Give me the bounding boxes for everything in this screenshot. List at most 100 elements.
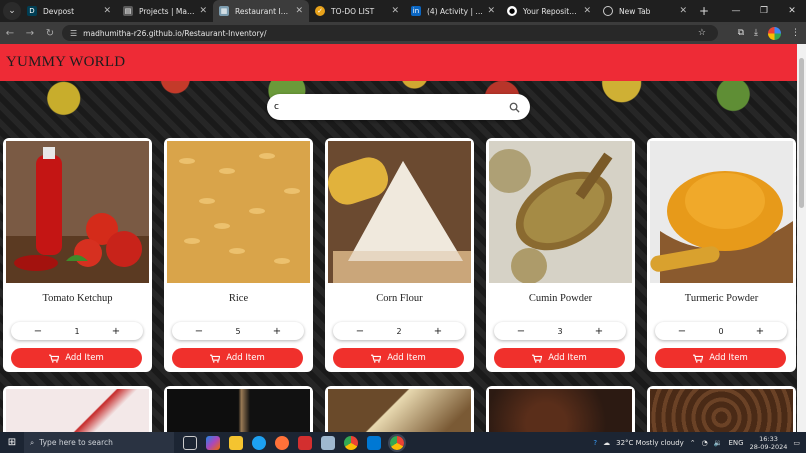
increment-button[interactable]: + bbox=[272, 326, 282, 337]
quantity-stepper: − 1 + bbox=[11, 322, 143, 340]
product-image bbox=[328, 389, 471, 432]
add-item-button[interactable]: Add Item bbox=[172, 348, 303, 368]
add-item-button[interactable]: Add Item bbox=[494, 348, 625, 368]
tab-github-repositories[interactable]: ● Your Repositories ✕ bbox=[501, 0, 597, 22]
profile-avatar[interactable] bbox=[768, 26, 781, 40]
notepad-icon[interactable] bbox=[321, 435, 335, 450]
clock-time: 16:33 bbox=[759, 434, 778, 443]
quantity-stepper: − 0 + bbox=[655, 322, 787, 340]
add-item-label: Add Item bbox=[226, 353, 265, 363]
weather-text[interactable]: 32°C Mostly cloudy bbox=[616, 439, 684, 447]
volume-icon[interactable]: 🔉 bbox=[714, 439, 723, 447]
help-icon[interactable]: ? bbox=[593, 439, 597, 447]
tab-new-tab[interactable]: New Tab ✕ bbox=[597, 0, 693, 22]
windows-start-icon[interactable]: ⊞ bbox=[0, 437, 24, 448]
windows-taskbar: ⊞ ⌕ Type here to search ? ☁ 32°C Mostly … bbox=[0, 432, 806, 453]
task-view-icon[interactable] bbox=[183, 435, 197, 450]
tab-devpost[interactable]: D Devpost ✕ bbox=[21, 0, 117, 22]
increment-button[interactable]: + bbox=[755, 326, 765, 337]
add-item-button[interactable]: Add Item bbox=[333, 348, 464, 368]
close-tab-icon[interactable]: ✕ bbox=[487, 6, 495, 16]
vscode-icon[interactable] bbox=[367, 435, 381, 450]
firefox-icon[interactable] bbox=[275, 435, 289, 450]
add-item-button[interactable]: Add Item bbox=[11, 348, 142, 368]
decrement-button[interactable]: − bbox=[516, 326, 526, 337]
quantity-stepper: − 5 + bbox=[172, 322, 304, 340]
new-tab-icon[interactable]: + bbox=[699, 4, 709, 18]
address-bar[interactable]: ☰ madhumitha-r26.github.io/Restaurant-In… bbox=[62, 25, 718, 41]
menu-kebab-icon[interactable]: ⋮ bbox=[791, 28, 800, 38]
site-info-icon[interactable]: ☰ bbox=[70, 29, 77, 38]
increment-button[interactable]: + bbox=[433, 326, 443, 337]
acrobat-icon[interactable] bbox=[298, 435, 312, 450]
browser-toolbar: ← → ↻ ☰ madhumitha-r26.github.io/Restaur… bbox=[0, 22, 806, 44]
close-tab-icon[interactable]: ✕ bbox=[391, 6, 399, 16]
cart-icon bbox=[532, 354, 543, 363]
decrement-button[interactable]: − bbox=[33, 326, 43, 337]
add-item-button[interactable]: Add Item bbox=[655, 348, 786, 368]
copilot-icon[interactable] bbox=[206, 435, 220, 450]
turmeric-powder-image bbox=[650, 141, 793, 283]
scrollbar-thumb[interactable] bbox=[799, 58, 804, 208]
quantity-value[interactable]: 0 bbox=[718, 327, 723, 336]
close-tab-icon[interactable]: ✕ bbox=[295, 6, 303, 16]
window-close-icon[interactable]: ✕ bbox=[778, 0, 806, 22]
cart-icon bbox=[210, 354, 221, 363]
product-name: Cumin Powder bbox=[528, 293, 593, 304]
close-tab-icon[interactable]: ✕ bbox=[679, 6, 687, 16]
file-explorer-icon[interactable] bbox=[229, 435, 243, 450]
tab-linkedin-activity[interactable]: in (4) Activity | Madhum ✕ bbox=[405, 0, 501, 22]
language-indicator[interactable]: ENG bbox=[729, 439, 744, 447]
reload-icon[interactable]: ↻ bbox=[40, 28, 60, 39]
browser-tab-strip: ⌄ D Devpost ✕ ▤ Projects | Madhumith ✕ ▦… bbox=[0, 0, 806, 22]
decrement-button[interactable]: − bbox=[677, 326, 687, 337]
quantity-value[interactable]: 1 bbox=[74, 327, 79, 336]
increment-button[interactable]: + bbox=[594, 326, 604, 337]
notifications-icon[interactable]: ▭ bbox=[793, 439, 800, 447]
system-tray: ? ☁ 32°C Mostly cloudy ⌃ ◔ 🔉 ENG 16:33 2… bbox=[593, 432, 806, 453]
quantity-value[interactable]: 3 bbox=[557, 327, 562, 336]
tab-restaurant-inventory[interactable]: ▦ Restaurant Inventory ✕ bbox=[213, 0, 309, 22]
chrome-icon[interactable] bbox=[344, 435, 358, 450]
download-icon[interactable]: ⤓ bbox=[754, 28, 758, 38]
page-scrollbar[interactable] bbox=[797, 44, 806, 432]
quantity-stepper: − 3 + bbox=[494, 322, 626, 340]
close-tab-icon[interactable]: ✕ bbox=[583, 6, 591, 16]
tab-title: Restaurant Inventory bbox=[235, 6, 292, 16]
weather-icon[interactable]: ☁ bbox=[603, 439, 610, 447]
chrome-active-icon[interactable] bbox=[388, 433, 406, 452]
decrement-button[interactable]: − bbox=[194, 326, 204, 337]
corn-flour-image bbox=[328, 141, 471, 283]
extensions-icon[interactable]: ⧉ bbox=[738, 28, 744, 38]
search-icon[interactable] bbox=[509, 102, 520, 113]
tomato-ketchup-image bbox=[6, 141, 149, 283]
cumin-powder-image bbox=[489, 141, 632, 283]
back-icon[interactable]: ← bbox=[0, 28, 20, 39]
edge-icon[interactable] bbox=[252, 435, 266, 450]
taskbar-search-placeholder: Type here to search bbox=[39, 438, 113, 447]
chevron-up-icon[interactable]: ⌃ bbox=[690, 439, 696, 447]
page-icon: ▦ bbox=[219, 6, 229, 16]
tab-todo-list[interactable]: ✓ TO-DO LIST ✕ bbox=[309, 0, 405, 22]
clock[interactable]: 16:33 28-09-2024 bbox=[750, 435, 788, 451]
restore-icon[interactable]: ❐ bbox=[750, 0, 778, 22]
brand-logo[interactable]: YUMMY WORLD bbox=[6, 54, 125, 71]
close-tab-icon[interactable]: ✕ bbox=[199, 6, 207, 16]
minimize-icon[interactable]: — bbox=[722, 0, 750, 22]
taskbar-search-input[interactable]: ⌕ Type here to search bbox=[24, 432, 174, 453]
network-icon[interactable]: ◔ bbox=[702, 439, 708, 447]
site-header: YUMMY WORLD bbox=[0, 44, 797, 81]
quantity-value[interactable]: 5 bbox=[235, 327, 240, 336]
product-name: Rice bbox=[228, 293, 249, 304]
search-input[interactable]: c bbox=[267, 94, 530, 120]
tab-search-icon[interactable]: ⌄ bbox=[3, 2, 21, 20]
bookmark-star-icon[interactable]: ☆ bbox=[698, 28, 706, 38]
close-tab-icon[interactable]: ✕ bbox=[103, 6, 111, 16]
tab-title: TO-DO LIST bbox=[331, 6, 375, 16]
tab-projects[interactable]: ▤ Projects | Madhumith ✕ bbox=[117, 0, 213, 22]
quantity-value[interactable]: 2 bbox=[396, 327, 401, 336]
increment-button[interactable]: + bbox=[111, 326, 121, 337]
globe-icon bbox=[603, 6, 613, 16]
forward-icon[interactable]: → bbox=[20, 28, 40, 39]
decrement-button[interactable]: − bbox=[355, 326, 365, 337]
